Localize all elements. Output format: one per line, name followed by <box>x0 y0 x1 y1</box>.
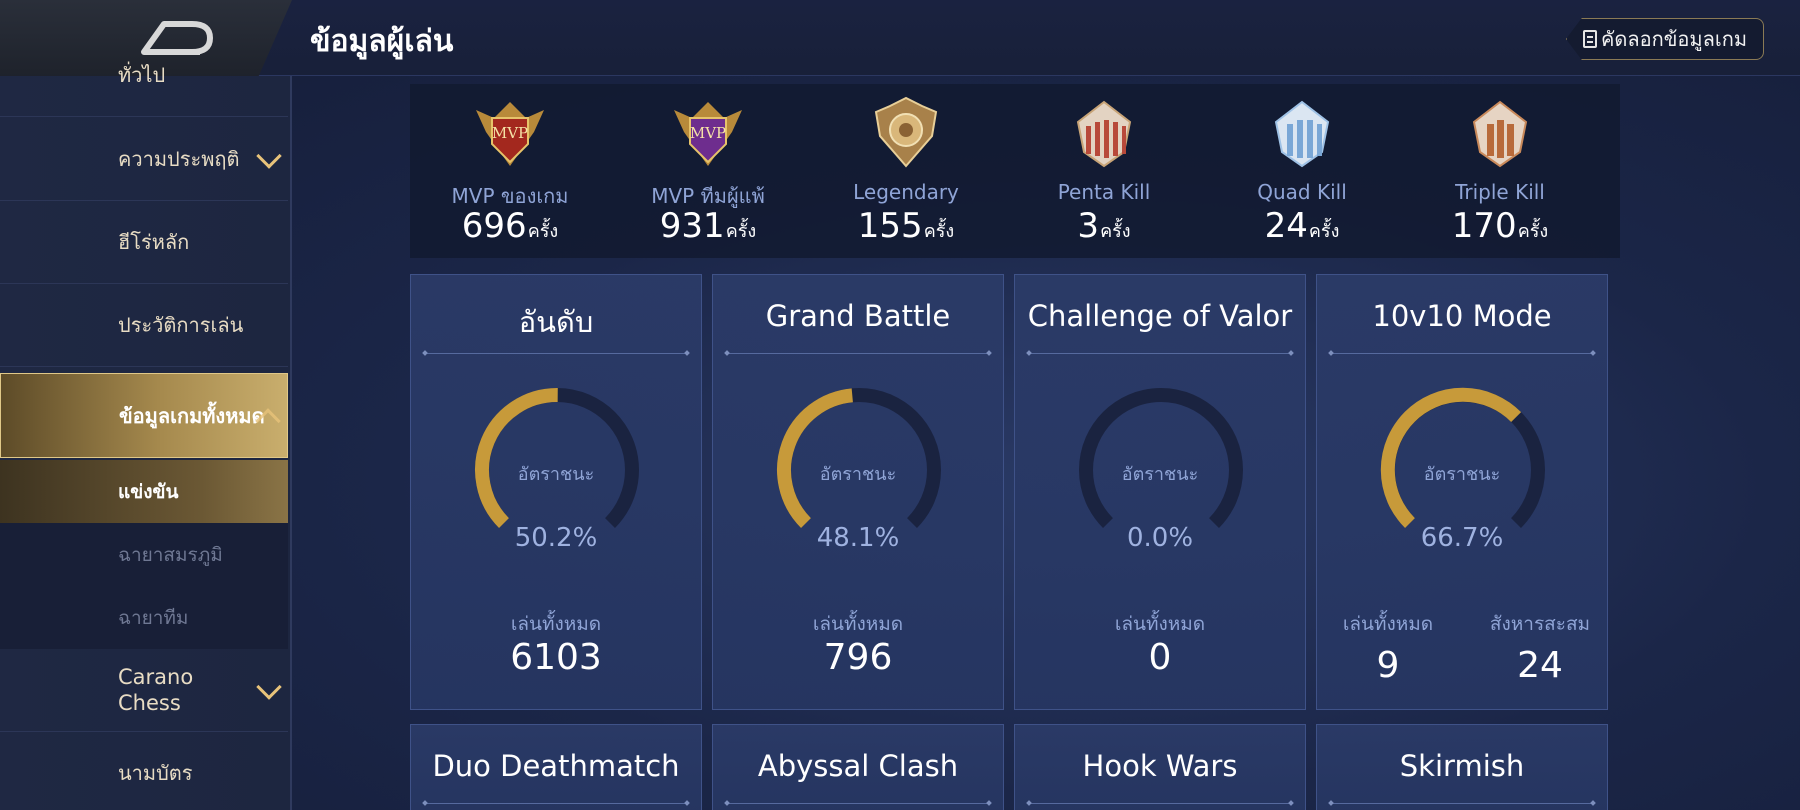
sidebar-subitem-team-titles[interactable]: ฉายาทีม <box>0 586 288 649</box>
achievement-quad-kill: Quad Kill 24ครั้ง <box>1202 84 1402 258</box>
win-rate-value: 66.7% <box>1420 523 1504 553</box>
mode-card-ranked[interactable]: อันดับ อัตราชนะ 50.2% เล่นทั้งหมด 6103 <box>410 274 702 710</box>
mode-title: Grand Battle <box>765 299 951 333</box>
total-played-label: เล่นทั้งหมด <box>1114 613 1206 635</box>
sidebar-item-label: Carano Chess <box>118 665 194 715</box>
achievement-count: 170ครั้ง <box>1451 206 1549 246</box>
total-played-label: เล่นทั้งหมด <box>510 613 602 635</box>
mvp-red-badge-icon: MVP <box>476 102 544 166</box>
mode-card-10v10[interactable]: 10v10 Mode อัตราชนะ 66.7% เล่นทั้งหมด 9 … <box>1316 274 1608 710</box>
mode-card-hook-wars[interactable]: Hook Wars <box>1014 724 1306 810</box>
achievement-legendary: Legendary 155ครั้ง <box>806 84 1006 258</box>
total-played-label: เล่นทั้งหมด <box>812 613 904 635</box>
divider <box>725 803 991 804</box>
accumulated-kills-label: สังหารสะสม <box>1489 613 1591 635</box>
total-played-value: 9 <box>1376 645 1400 686</box>
achievement-name: Penta Kill <box>1057 180 1151 204</box>
penta-kill-badge-icon <box>1076 100 1132 168</box>
divider <box>423 353 689 354</box>
divider <box>1027 353 1293 354</box>
win-rate-label: อัตราชนะ <box>517 464 595 485</box>
achievement-name: Legendary <box>853 180 959 204</box>
sidebar-item-match-history[interactable]: ประวัติการเล่น <box>0 284 288 367</box>
mode-card-abyssal-clash[interactable]: Abyssal Clash <box>712 724 1004 810</box>
mode-card-challenge-of-valor[interactable]: Challenge of Valor อัตราชนะ 0.0% เล่นทั้… <box>1014 274 1306 710</box>
achievement-mvp-game: MVP MVP ของเกม 696ครั้ง <box>410 84 610 258</box>
achievement-name: Quad Kill <box>1257 180 1347 204</box>
mode-card-duo-deathmatch[interactable]: Duo Deathmatch <box>410 724 702 810</box>
triple-kill-badge-icon <box>1472 100 1528 168</box>
sidebar-item-main-heroes[interactable]: ฮีโร่หลัก <box>0 201 288 284</box>
sidebar-item-behavior[interactable]: ความประพฤติ <box>0 118 288 201</box>
achievement-count: 155ครั้ง <box>857 206 955 246</box>
sidebar-item-label: ความประพฤติ <box>118 147 240 171</box>
achievement-count: 3ครั้ง <box>1077 206 1131 246</box>
svg-text:MVP: MVP <box>492 124 528 142</box>
svg-text:MVP: MVP <box>690 124 726 142</box>
sidebar-item-label: ทั่วไป <box>118 63 166 87</box>
achievement-triple-kill: Triple Kill 170ครั้ง <box>1400 84 1600 258</box>
mvp-purple-badge-icon: MVP <box>674 102 742 166</box>
total-played-value: 0 <box>1148 637 1172 678</box>
sidebar-item-label: ฮีโร่หลัก <box>118 230 190 254</box>
sidebar-item-carano-chess[interactable]: Carano Chess <box>0 649 288 732</box>
win-rate-label: อัตราชนะ <box>1121 464 1199 485</box>
mode-title: Hook Wars <box>1082 749 1238 783</box>
mode-title: Skirmish <box>1399 749 1525 783</box>
achievement-count: 696ครั้ง <box>461 206 559 246</box>
sidebar-item-label: นามบัตร <box>118 761 193 785</box>
mode-title: Duo Deathmatch <box>432 749 680 783</box>
sidebar-item-all-game-data[interactable]: ข้อมูลเกมทั้งหมด <box>0 373 288 458</box>
achievement-mvp-losing-team: MVP MVP ทีมผู้แพ้ 931ครั้ง <box>608 84 808 258</box>
legendary-badge-icon <box>874 96 938 168</box>
mode-card-grand-battle[interactable]: Grand Battle อัตราชนะ 48.1% เล่นทั้งหมด … <box>712 274 1004 710</box>
mode-title: 10v10 Mode <box>1372 299 1552 333</box>
page-title: ข้อมูลผู้เล่น <box>310 24 454 59</box>
total-played-column: เล่นทั้งหมด 9 <box>1323 609 1453 686</box>
mode-title: อันดับ <box>518 305 594 339</box>
divider <box>725 353 991 354</box>
sidebar: ทั่วไป ความประพฤติ ฮีโร่หลัก ประวัติการเ… <box>0 63 292 810</box>
divider <box>1027 803 1293 804</box>
divider <box>423 803 689 804</box>
chevron-down-icon <box>256 674 282 700</box>
total-played-label: เล่นทั้งหมด <box>1342 613 1434 635</box>
sidebar-item-name-card[interactable]: นามบัตร <box>0 732 288 810</box>
total-played-value: 796 <box>823 637 893 678</box>
quad-kill-badge-icon <box>1274 100 1330 168</box>
win-rate-label: อัตราชนะ <box>819 464 897 485</box>
sidebar-subitem-label: ฉายาทีม <box>118 606 189 629</box>
sidebar-subitem-label: แข่งขัน <box>118 480 179 503</box>
win-rate-value: 0.0% <box>1126 523 1194 553</box>
mode-title: Challenge of Valor <box>1027 299 1293 333</box>
sidebar-item-general[interactable]: ทั่วไป <box>0 34 288 117</box>
chevron-down-icon <box>256 143 282 169</box>
sidebar-item-label: ข้อมูลเกมทั้งหมด <box>119 403 265 428</box>
document-icon <box>1583 30 1597 48</box>
accumulated-kills-column: สังหารสะสม 24 <box>1475 609 1605 686</box>
divider <box>1329 803 1595 804</box>
win-rate-value: 48.1% <box>816 523 900 553</box>
divider <box>1329 353 1595 354</box>
accumulated-kills-value: 24 <box>1517 645 1563 686</box>
achievement-count: 24ครั้ง <box>1264 206 1340 246</box>
sidebar-subitem-battle-titles[interactable]: ฉายาสมรภูมิ <box>0 523 288 586</box>
win-rate-label: อัตราชนะ <box>1423 464 1501 485</box>
achievement-count: 931ครั้ง <box>659 206 757 246</box>
win-rate-value: 50.2% <box>514 523 598 553</box>
achievement-penta-kill: Penta Kill 3ครั้ง <box>1004 84 1204 258</box>
mode-card-skirmish[interactable]: Skirmish <box>1316 724 1608 810</box>
copy-game-data-label: คัดลอกข้อมูลเกม <box>1601 27 1747 51</box>
achievement-name: Triple Kill <box>1455 180 1545 204</box>
copy-game-data-button[interactable]: คัดลอกข้อมูลเกม <box>1566 18 1764 60</box>
sidebar-item-label: ประวัติการเล่น <box>118 313 244 337</box>
achievements-strip: MVP MVP ของเกม 696ครั้ง MVP MVP ทีมผู้แพ… <box>410 84 1620 258</box>
mode-title: Abyssal Clash <box>757 749 959 783</box>
sidebar-subitem-competition[interactable]: แข่งขัน <box>0 460 288 523</box>
sidebar-subitem-label: ฉายาสมรภูมิ <box>118 543 223 566</box>
total-played-value: 6103 <box>510 637 602 678</box>
